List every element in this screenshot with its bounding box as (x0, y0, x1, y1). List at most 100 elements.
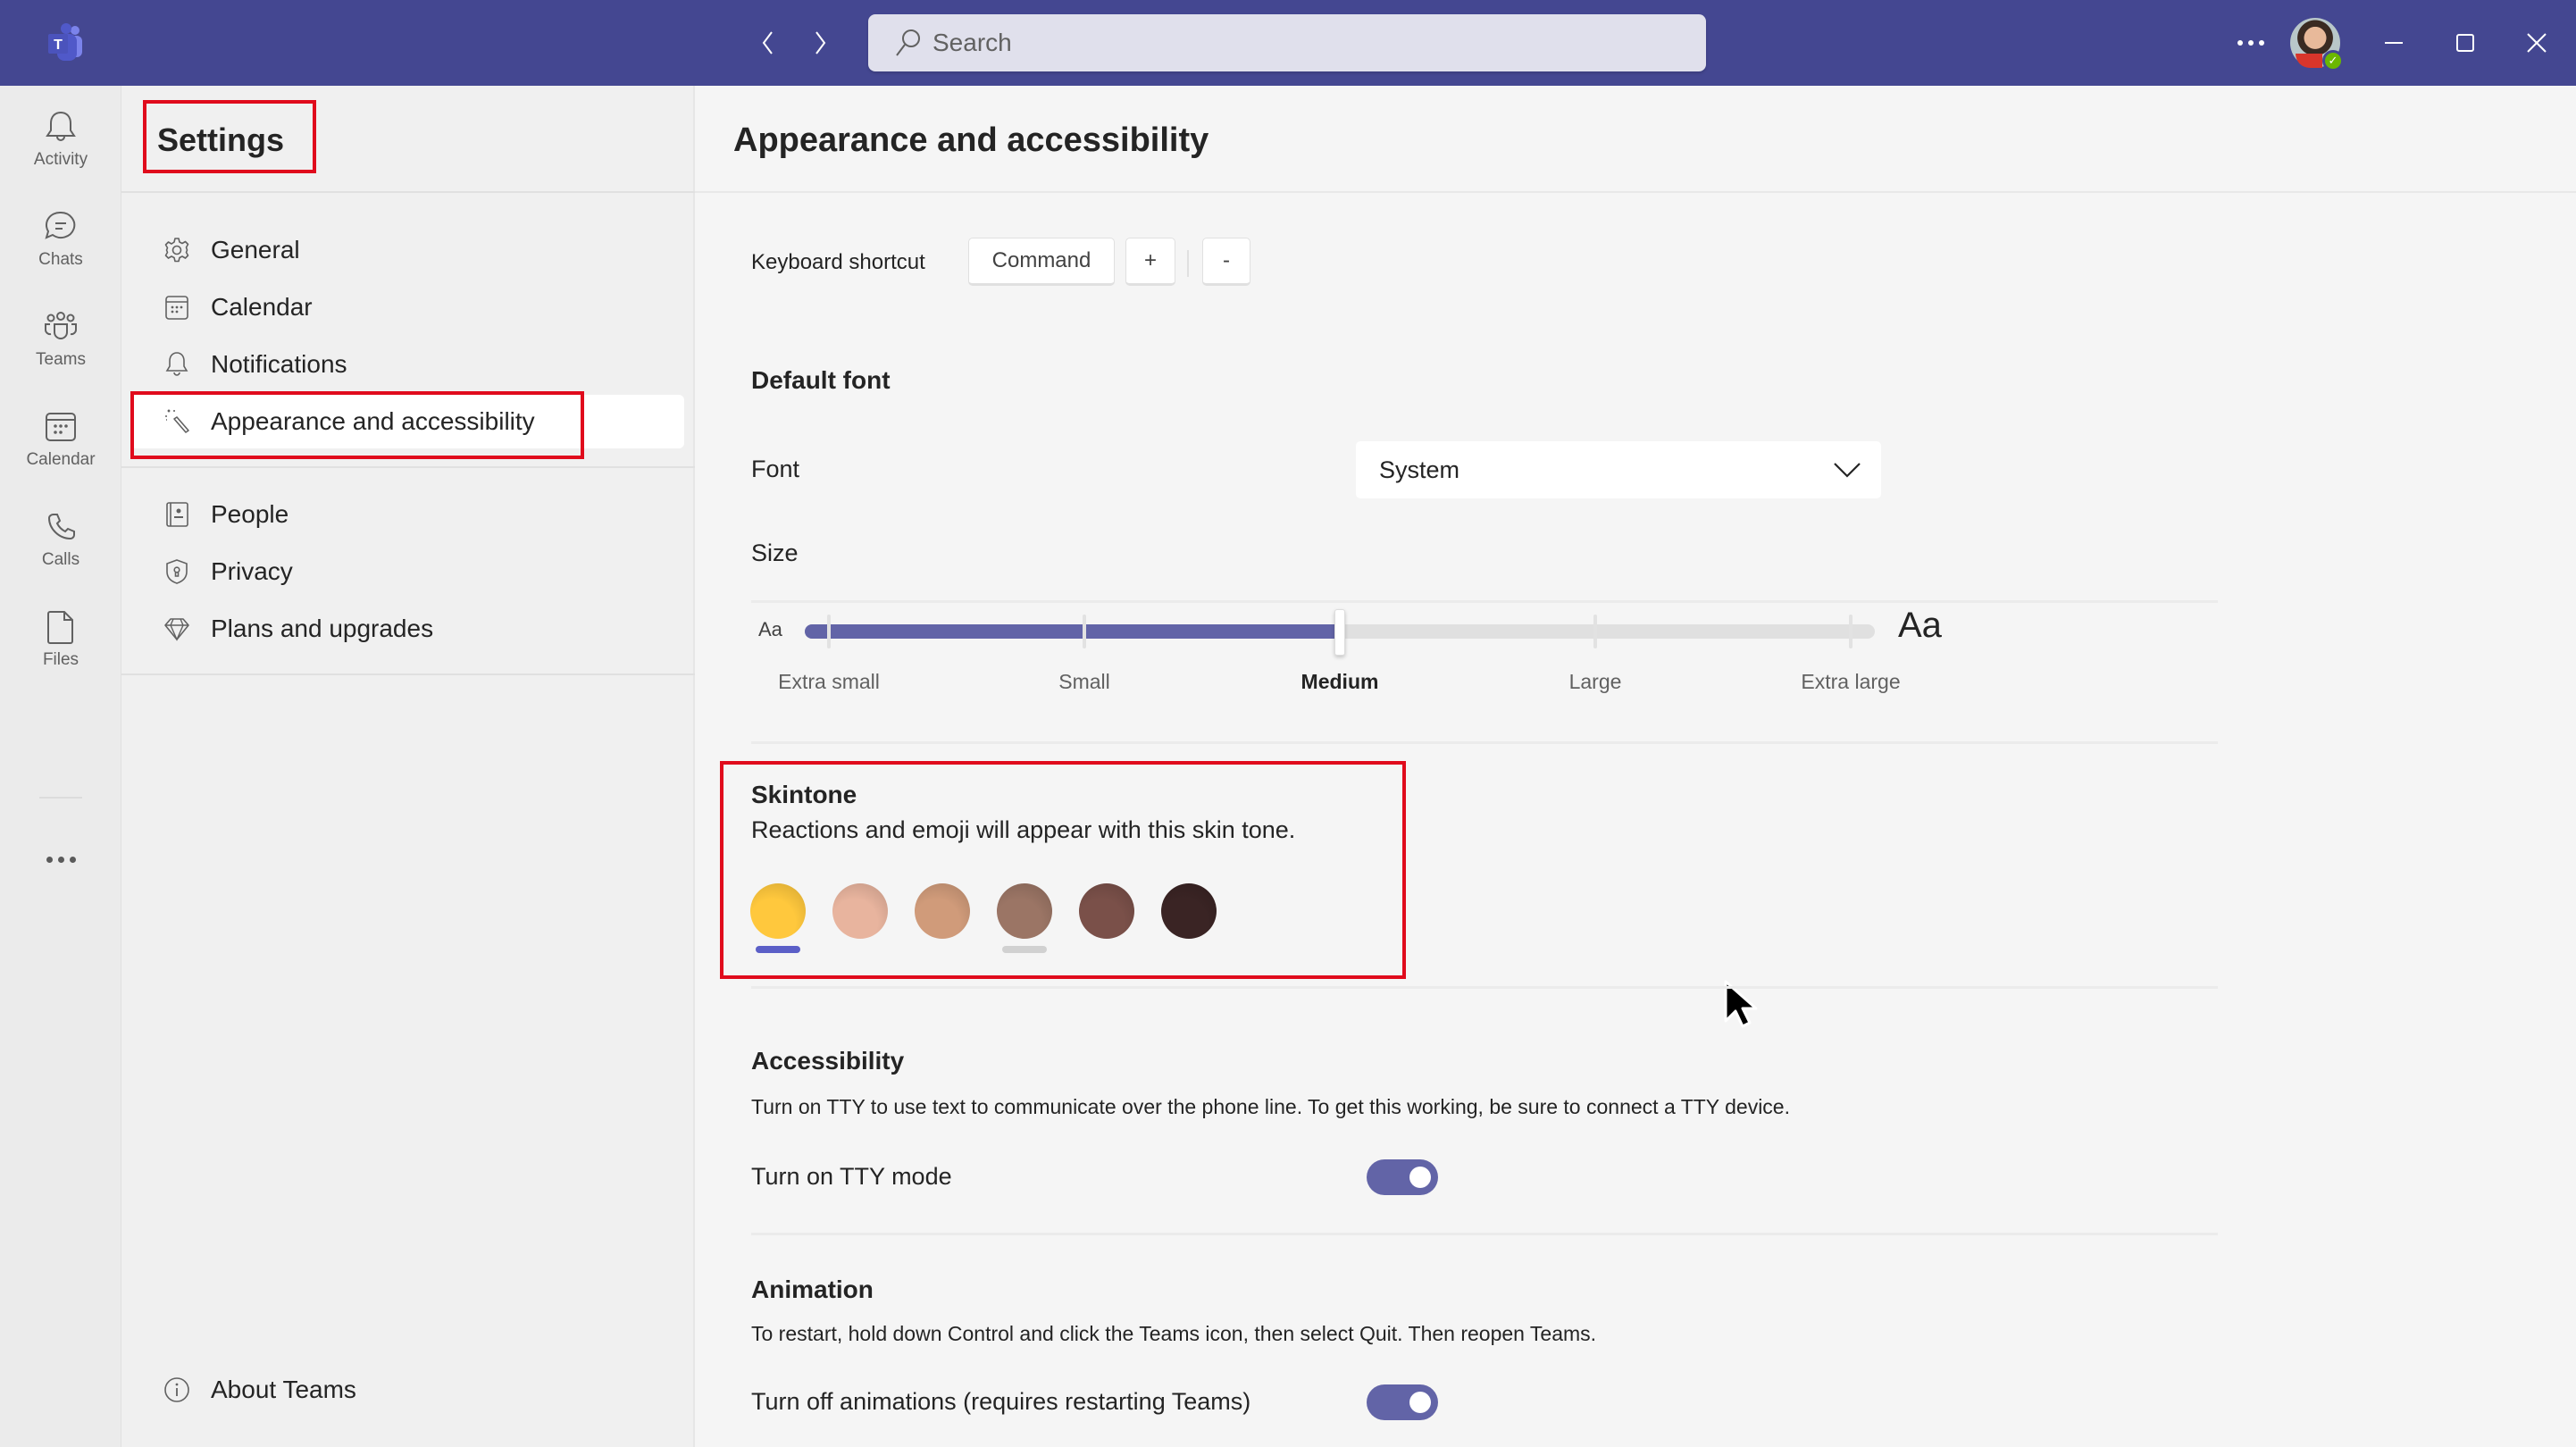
rail-item-activity[interactable]: Activity (0, 96, 121, 186)
size-label: Size (751, 539, 799, 566)
dot (2237, 40, 2243, 46)
size-option-extra-large[interactable]: Extra large (1801, 670, 1900, 694)
key-zoom-out[interactable]: - (1202, 238, 1250, 286)
section-divider (751, 1233, 2218, 1235)
skintone-description: Reactions and emoji will appear with thi… (751, 816, 1296, 843)
rail-item-chats[interactable]: Chats (0, 197, 121, 286)
dot (2259, 40, 2264, 46)
animation-description: To restart, hold down Control and click … (751, 1322, 1597, 1345)
more-apps-button[interactable] (43, 850, 79, 868)
chevron-right-icon (815, 31, 826, 54)
skintone-medium-light[interactable] (915, 883, 970, 939)
diamond-icon (164, 618, 189, 641)
sidebar-item-general[interactable]: General (130, 223, 684, 277)
sidebar-item-people[interactable]: People (130, 488, 684, 541)
tty-mode-label: Turn on TTY mode (751, 1163, 952, 1190)
turn-off-animations-label: Turn off animations (requires restarting… (751, 1388, 1251, 1415)
rail-item-teams[interactable]: Teams (0, 297, 121, 386)
search-box[interactable] (868, 14, 1706, 71)
minimize-button[interactable] (2372, 21, 2415, 64)
slider-thumb[interactable] (1334, 609, 1345, 656)
shield-lock-icon (166, 559, 188, 584)
skintone-default-yellow[interactable] (750, 883, 806, 939)
chevron-left-icon (762, 31, 773, 54)
section-divider (751, 741, 2218, 744)
slider-top-line (751, 600, 2218, 603)
contact-book-icon (166, 502, 188, 527)
section-divider (751, 986, 2218, 989)
rail-item-calls[interactable]: Calls (0, 497, 121, 586)
size-option-medium[interactable]: Medium (1301, 670, 1379, 694)
size-option-large[interactable]: Large (1569, 670, 1622, 694)
rail-item-calendar[interactable]: Calendar (0, 397, 121, 486)
accessibility-description: Turn on TTY to use text to communicate o… (751, 1095, 1790, 1118)
key-command[interactable]: Command (968, 238, 1115, 286)
header-divider (695, 191, 2576, 193)
user-avatar[interactable]: ✓ (2290, 18, 2344, 71)
sidebar-item-appearance-and-accessibility[interactable]: Appearance and accessibility (130, 395, 684, 448)
font-dropdown[interactable]: System (1356, 441, 1881, 498)
large-text-glyph: Aa (1898, 606, 1942, 645)
avatar-shirt (2296, 54, 2322, 68)
rail-label: Calendar (26, 450, 96, 469)
rail-label: Teams (36, 350, 86, 369)
sidebar-item-label: Plans and upgrades (211, 615, 434, 642)
close-button[interactable] (2515, 21, 2558, 64)
back-button[interactable] (750, 25, 786, 61)
app-rail: Activity Chats Teams Calendar Calls File… (0, 86, 121, 1447)
chevron-down-icon (1834, 463, 1861, 478)
font-label: Font (751, 456, 800, 482)
calendar-icon (46, 413, 76, 441)
teams-logo-icon[interactable]: T (45, 23, 86, 63)
rail-label: Chats (38, 250, 83, 269)
sidebar-item-privacy[interactable]: Privacy (130, 545, 684, 598)
sidebar-item-calendar[interactable]: Calendar (130, 280, 684, 334)
sidebar-item-label: Appearance and accessibility (211, 407, 535, 435)
sidebar-item-about-teams[interactable]: About Teams (130, 1363, 684, 1417)
skintone-light[interactable] (832, 883, 888, 939)
size-option-small[interactable]: Small (1058, 670, 1110, 694)
more-options-button[interactable] (2233, 27, 2269, 59)
skintone-medium-dark[interactable] (1079, 883, 1134, 939)
calendar-icon (165, 296, 188, 320)
minimize-icon (2385, 42, 2403, 44)
search-input[interactable] (933, 29, 1647, 57)
font-dropdown-value: System (1379, 456, 1460, 483)
dot (69, 856, 76, 863)
sidebar-item-plans-and-upgrades[interactable]: Plans and upgrades (130, 602, 684, 656)
close-icon (2527, 33, 2547, 53)
rail-label: Activity (33, 150, 88, 169)
settings-sidebar: Settings General Calendar Notifications … (121, 86, 695, 1447)
presence-available-icon: ✓ (2322, 50, 2344, 71)
settings-content: Appearance and accessibility Keyboard sh… (695, 86, 2576, 1447)
accessibility-heading: Accessibility (751, 1047, 905, 1075)
forward-button[interactable] (802, 25, 838, 61)
key-separator (1187, 250, 1189, 277)
sidebar-item-label: Privacy (211, 557, 293, 585)
skintone-dark[interactable] (1161, 883, 1217, 939)
sidebar-divider (121, 673, 695, 675)
rail-item-files[interactable]: Files (0, 597, 121, 686)
skintone-medium[interactable] (997, 883, 1052, 939)
slider-tick (1083, 615, 1086, 648)
slider-tick (827, 615, 831, 648)
maximize-icon (2456, 34, 2474, 52)
bell-icon (46, 111, 76, 141)
sidebar-divider (121, 466, 695, 468)
sidebar-item-label: About Teams (211, 1376, 356, 1403)
default-font-heading: Default font (751, 366, 891, 394)
sidebar-item-notifications[interactable]: Notifications (130, 338, 684, 391)
tty-mode-toggle[interactable] (1367, 1159, 1438, 1195)
keyboard-shortcut-label: Keyboard shortcut (751, 250, 925, 274)
turn-off-animations-toggle[interactable] (1367, 1384, 1438, 1420)
key-zoom-in[interactable]: + (1125, 238, 1175, 286)
maximize-button[interactable] (2444, 21, 2487, 64)
magic-wand-icon (165, 409, 189, 433)
slider-fill (805, 624, 1340, 639)
sidebar-item-label: Calendar (211, 293, 313, 321)
size-option-extra-small[interactable]: Extra small (778, 670, 880, 694)
rail-divider (39, 797, 82, 799)
bell-icon (165, 352, 188, 376)
toggle-knob (1409, 1167, 1431, 1188)
rail-label: Files (42, 650, 79, 669)
